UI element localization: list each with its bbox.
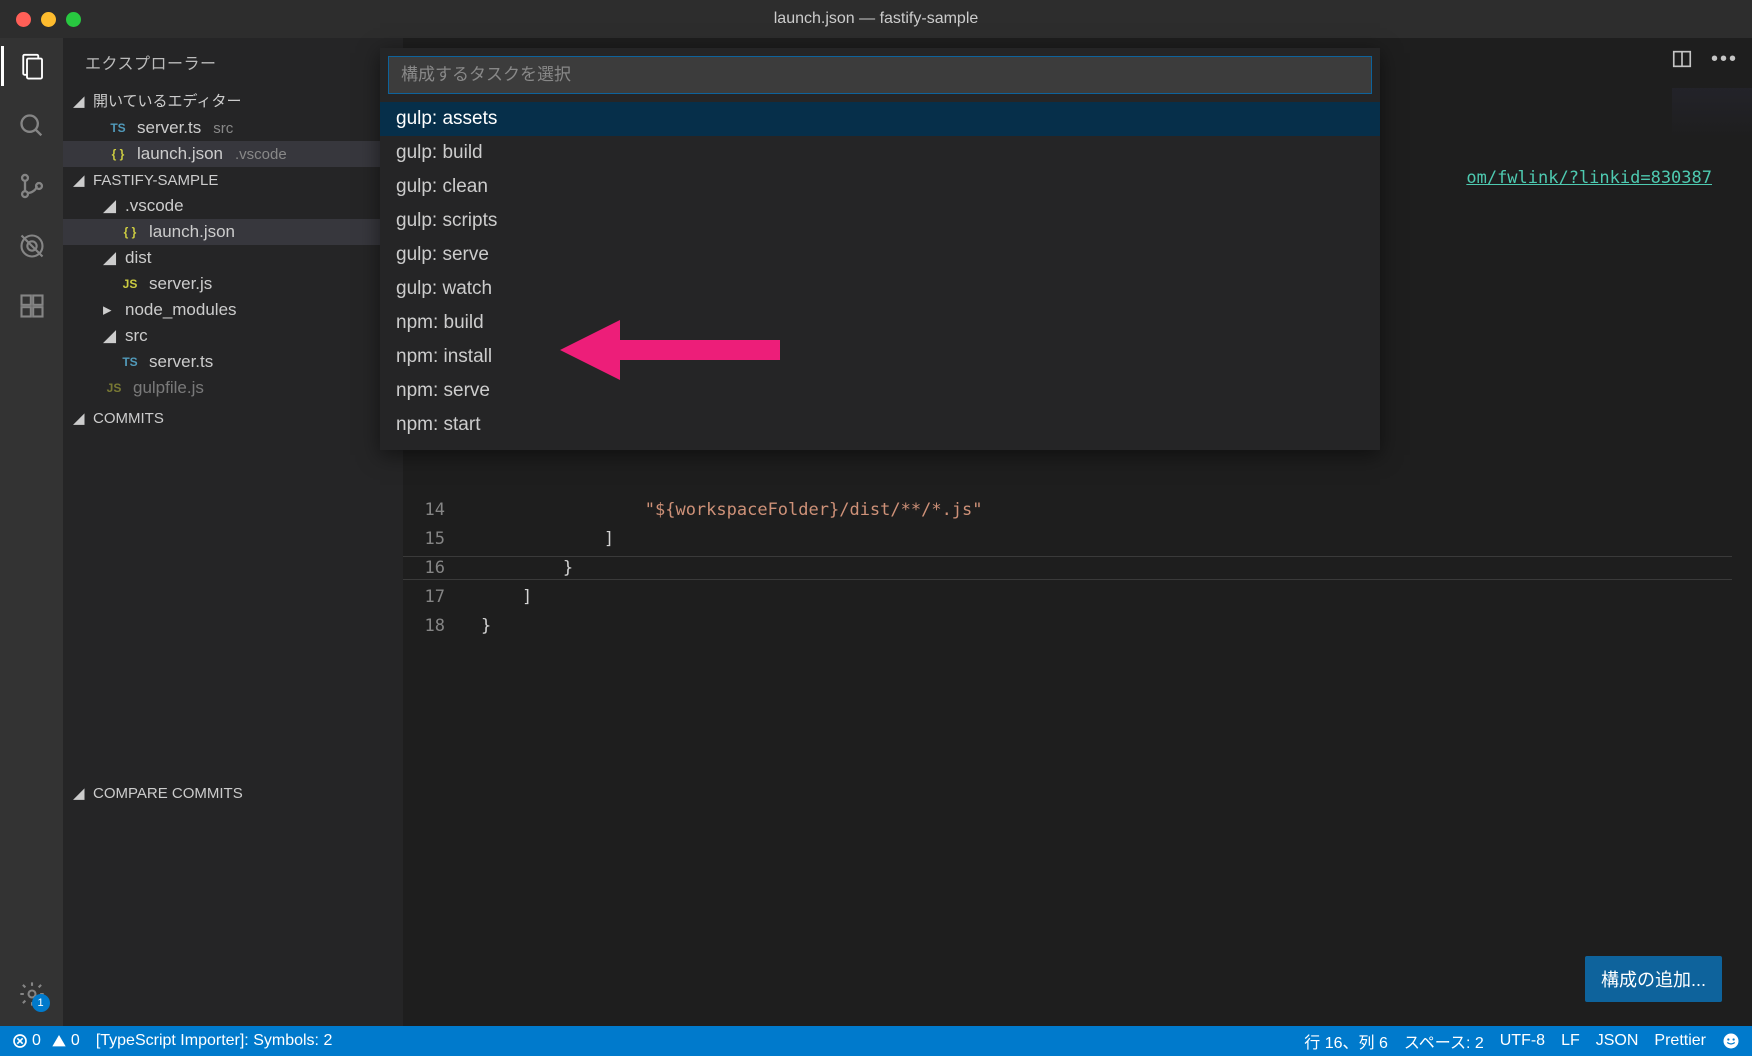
quick-picker-item[interactable]: npm: build xyxy=(380,306,1380,340)
chevron-icon: ◢ xyxy=(103,196,117,216)
file-icon: TS xyxy=(107,121,129,135)
status-encoding[interactable]: UTF-8 xyxy=(1500,1032,1545,1050)
project-header[interactable]: ◢ FASTIFY-SAMPLE xyxy=(63,167,403,193)
status-prettier[interactable]: Prettier xyxy=(1654,1032,1706,1050)
open-editors-header[interactable]: ◢ 開いているエディター xyxy=(63,86,403,115)
file-item[interactable]: { }launch.json xyxy=(63,219,403,245)
debug-icon[interactable] xyxy=(16,230,48,262)
sidebar-title: エクスプローラー xyxy=(63,38,403,86)
code-line[interactable]: } xyxy=(481,558,573,578)
chevron-icon: ◢ xyxy=(103,326,117,346)
status-problems[interactable]: 0 0 xyxy=(12,1032,80,1050)
titlebar: launch.json — fastify-sample xyxy=(0,0,1752,38)
open-editor-item[interactable]: TSserver.tssrc xyxy=(63,115,403,141)
quick-picker-input[interactable] xyxy=(388,56,1372,94)
more-actions-icon[interactable]: ••• xyxy=(1711,48,1738,75)
commits-header[interactable]: ◢ COMMITS xyxy=(63,405,403,431)
sidebar: エクスプローラー ◢ 開いているエディター TSserver.tssrc{ }l… xyxy=(63,38,403,1026)
code-line[interactable]: ] xyxy=(481,529,614,549)
status-ts-importer[interactable]: [TypeScript Importer]: Symbols: 2 xyxy=(96,1032,333,1050)
minimize-window-button[interactable] xyxy=(41,12,56,27)
file-item[interactable]: TSserver.ts xyxy=(63,349,403,375)
add-configuration-button[interactable]: 構成の追加... xyxy=(1585,956,1722,1002)
settings-badge: 1 xyxy=(32,994,50,1012)
search-icon[interactable] xyxy=(16,110,48,142)
status-eol[interactable]: LF xyxy=(1561,1032,1580,1050)
chevron-icon: ◢ xyxy=(103,248,117,268)
close-window-button[interactable] xyxy=(16,12,31,27)
quick-picker-item[interactable]: gulp: assets xyxy=(380,102,1380,136)
status-language[interactable]: JSON xyxy=(1596,1032,1639,1050)
code-line[interactable]: } xyxy=(481,616,491,636)
quick-picker-item[interactable]: gulp: clean xyxy=(380,170,1380,204)
status-bar: 0 0 [TypeScript Importer]: Symbols: 2 行 … xyxy=(0,1026,1752,1056)
window-controls xyxy=(0,12,81,27)
file-item[interactable]: JSgulpfile.js xyxy=(63,375,403,401)
status-feedback-icon[interactable] xyxy=(1722,1032,1740,1050)
settings-icon[interactable]: 1 xyxy=(16,978,48,1010)
code-link[interactable]: om/fwlink/?linkid=830387 xyxy=(1466,168,1712,188)
extensions-icon[interactable] xyxy=(16,290,48,322)
chevron-down-icon: ◢ xyxy=(73,409,87,427)
quick-picker-item[interactable]: npm: start xyxy=(380,408,1380,442)
file-icon: { } xyxy=(119,225,141,239)
source-control-icon[interactable] xyxy=(16,170,48,202)
file-icon: JS xyxy=(119,277,141,291)
current-line-highlight xyxy=(403,556,1732,580)
quick-picker-item[interactable]: gulp: serve xyxy=(380,238,1380,272)
file-icon: TS xyxy=(119,355,141,369)
quick-picker-item[interactable]: gulp: watch xyxy=(380,272,1380,306)
folder-item[interactable]: ◢dist xyxy=(63,245,403,271)
status-indent[interactable]: スペース: 2 xyxy=(1404,1029,1484,1053)
quick-picker-item[interactable]: npm: install xyxy=(380,340,1380,374)
folder-item[interactable]: ◢.vscode xyxy=(63,193,403,219)
file-icon: JS xyxy=(103,381,125,395)
folder-item[interactable]: ▸node_modules xyxy=(63,297,403,323)
maximize-window-button[interactable] xyxy=(66,12,81,27)
quick-picker: gulp: assetsgulp: buildgulp: cleangulp: … xyxy=(380,48,1380,450)
status-cursor[interactable]: 行 16、列 6 xyxy=(1304,1029,1388,1053)
line-number: 18 xyxy=(403,616,475,636)
code-line[interactable]: "${workspaceFolder}/dist/**/*.js" xyxy=(481,500,983,520)
line-number: 17 xyxy=(403,587,475,607)
split-editor-icon[interactable] xyxy=(1671,48,1693,75)
folder-item[interactable]: ◢src xyxy=(63,323,403,349)
compare-commits-header[interactable]: ◢ COMPARE COMMITS xyxy=(63,780,403,806)
quick-picker-item[interactable]: gulp: build xyxy=(380,136,1380,170)
line-number: 14 xyxy=(403,500,475,520)
quick-picker-item[interactable]: npm: serve xyxy=(380,374,1380,408)
line-number: 15 xyxy=(403,529,475,549)
file-icon: { } xyxy=(107,147,129,161)
code-line[interactable]: ] xyxy=(481,587,532,607)
quick-picker-item[interactable]: gulp: scripts xyxy=(380,204,1380,238)
activity-bar: 1 xyxy=(0,38,63,1026)
open-editor-item[interactable]: { }launch.json.vscode xyxy=(63,141,403,167)
chevron-down-icon: ◢ xyxy=(73,784,87,802)
explorer-icon[interactable] xyxy=(16,50,48,82)
chevron-icon: ▸ xyxy=(103,300,117,320)
chevron-down-icon: ◢ xyxy=(73,92,87,110)
file-item[interactable]: JSserver.js xyxy=(63,271,403,297)
chevron-down-icon: ◢ xyxy=(73,171,87,189)
window-title: launch.json — fastify-sample xyxy=(774,10,979,28)
